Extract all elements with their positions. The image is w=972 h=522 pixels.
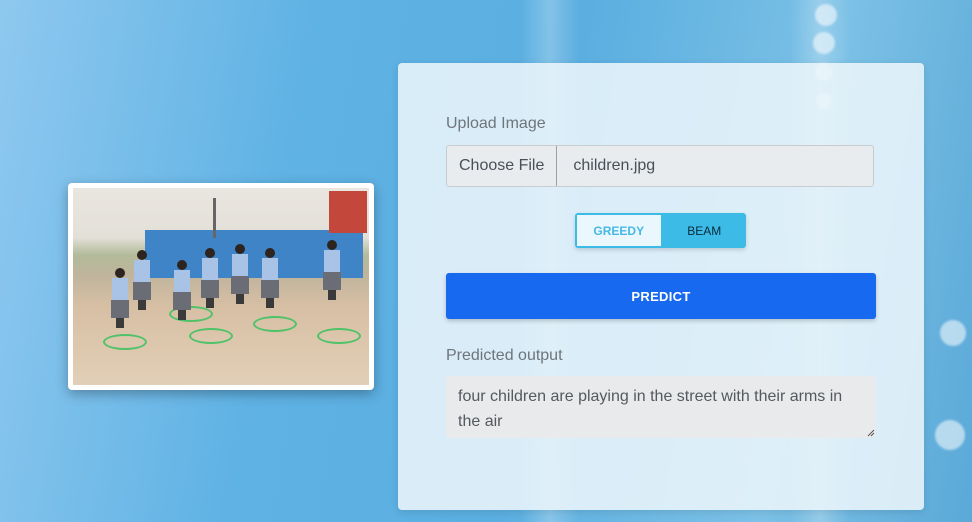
decoding-mode-toggle: GREEDY BEAM (575, 213, 746, 248)
predicted-output-textarea[interactable]: four children are playing in the street … (446, 376, 876, 438)
photo-child (261, 248, 279, 308)
photo-ring (253, 316, 297, 332)
photo-building (329, 191, 367, 233)
selected-file-name: children.jpg (573, 157, 656, 174)
photo-child (323, 240, 341, 300)
choose-file-button[interactable]: Choose File (447, 146, 558, 186)
beam-option[interactable]: BEAM (662, 213, 746, 248)
photo-child (201, 248, 219, 308)
bokeh-dot (935, 420, 965, 450)
predict-button[interactable]: PREDICT (446, 273, 876, 319)
photo-pole (213, 198, 216, 238)
predicted-output-text: four children are playing in the street … (458, 388, 843, 430)
upload-image-label: Upload Image (446, 115, 546, 132)
photo-child (173, 260, 191, 320)
bokeh-dot (940, 320, 966, 346)
file-upload-input[interactable]: Choose File children.jpg (446, 145, 874, 187)
photo-ring (317, 328, 361, 344)
photo-child (133, 250, 151, 310)
uploaded-photo (73, 188, 369, 385)
photo-ring (103, 334, 147, 350)
bokeh-dot (813, 32, 835, 54)
photo-child (111, 268, 129, 328)
caption-form-card: Upload Image Choose File children.jpg GR… (398, 63, 924, 510)
image-preview (68, 183, 374, 390)
photo-ring (189, 328, 233, 344)
bokeh-dot (815, 4, 837, 26)
predicted-output-label: Predicted output (446, 347, 563, 364)
greedy-option[interactable]: GREEDY (575, 213, 663, 248)
photo-child (231, 244, 249, 304)
resize-handle-icon[interactable] (867, 429, 875, 437)
